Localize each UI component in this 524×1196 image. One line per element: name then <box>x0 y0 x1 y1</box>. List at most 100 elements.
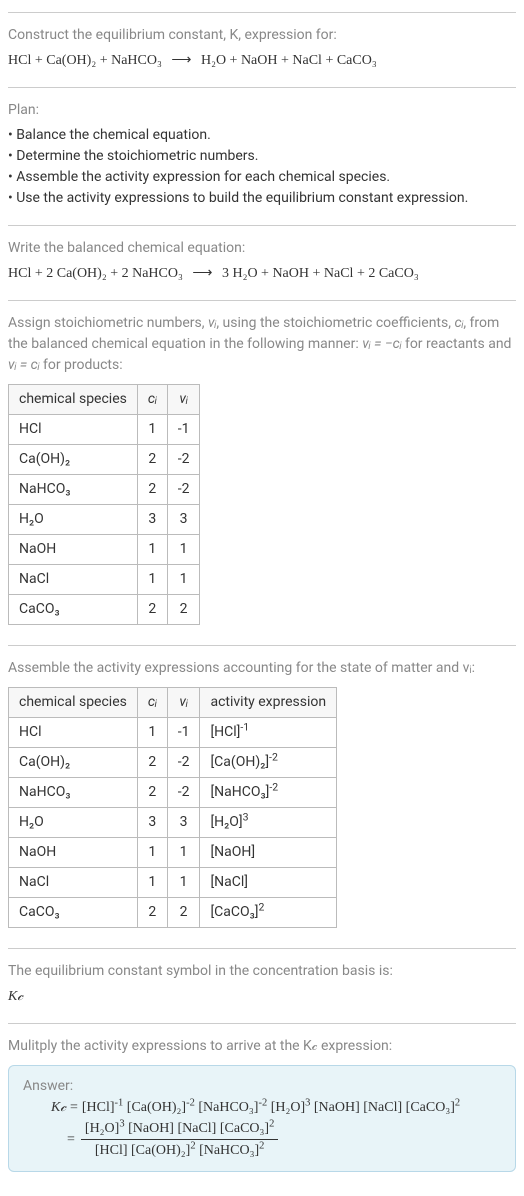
term-exp: 2 <box>269 1118 274 1129</box>
eq-rhs: H₂O + NaOH + NaCl + CaCO₃ <box>201 53 377 68</box>
activity-exp: -2 <box>269 780 278 793</box>
col-species: chemical species <box>9 385 138 415</box>
cell-activity: [Ca(OH)₂]-2 <box>200 748 337 778</box>
term: [H₂O]3 <box>271 1097 311 1118</box>
cell-species: NaHCO₃ <box>9 778 138 808</box>
term-base: [CaCO₃] <box>406 1100 455 1115</box>
assign-section: Assign stoichiometric numbers, νᵢ , using… <box>8 300 516 645</box>
table-row: HCl1-1 <box>9 415 200 445</box>
plan-item: Determine the stoichiometric numbers. <box>8 146 516 167</box>
prompt-text: Construct the equilibrium constant, K, e… <box>8 25 516 46</box>
cell-activity: [NaCl] <box>200 868 337 898</box>
reaction-arrow-icon: ⟶ <box>171 50 191 71</box>
cell-species: Ca(OH)₂ <box>9 445 138 475</box>
cell-ci: 1 <box>137 718 167 748</box>
term: [NaHCO₃]-2 <box>198 1097 267 1118</box>
col-activity: activity expression <box>200 688 337 718</box>
assign-part: Assign stoichiometric numbers, <box>8 315 208 331</box>
cell-ci: 3 <box>137 505 167 535</box>
activity-exp: -2 <box>269 750 278 763</box>
table-row: Ca(OH)₂2-2[Ca(OH)₂]-2 <box>9 748 337 778</box>
cell-nui: -1 <box>167 718 200 748</box>
term-base: [CaCO₃] <box>220 1121 269 1136</box>
cell-nui: 3 <box>167 808 200 838</box>
cell-ci: 2 <box>137 475 167 505</box>
col-ci: cᵢ <box>137 688 167 718</box>
assign-part: for reactants and <box>401 336 511 352</box>
balanced-equation: HCl + 2 Ca(OH)₂ + 2 NaHCO₃ ⟶ 3 H₂O + NaO… <box>8 263 516 284</box>
kc-symbol-section: The equilibrium constant symbol in the c… <box>8 948 516 1023</box>
relation-products: νᵢ = cᵢ <box>8 357 40 373</box>
plan-item: Balance the chemical equation. <box>8 125 516 146</box>
kc-symbol: K𝒸 <box>8 986 516 1007</box>
cell-species: NaOH <box>9 838 138 868</box>
assign-part: , using the stoichiometric coefficients, <box>216 315 454 331</box>
term-exp: -1 <box>115 1097 124 1108</box>
cell-activity: [H₂O]3 <box>200 808 337 838</box>
cell-ci: 1 <box>137 838 167 868</box>
cell-species: NaCl <box>9 565 138 595</box>
term-exp: -2 <box>258 1097 267 1108</box>
cell-activity: [CaCO₃]2 <box>200 898 337 928</box>
numerator: [H₂O]3 [NaOH] [NaCl] [CaCO₃]2 <box>81 1118 278 1140</box>
cell-nui: 1 <box>167 565 200 595</box>
cell-species: Ca(OH)₂ <box>9 748 138 778</box>
equals-sign: = <box>67 1129 75 1150</box>
term-base: [HCl] <box>95 1143 128 1158</box>
denominator: [HCl] [Ca(OH)₂]2 [NaHCO₃]2 <box>81 1140 278 1161</box>
assign-text: Assign stoichiometric numbers, νᵢ, using… <box>8 313 516 376</box>
activity-base: [CaCO₃] <box>210 904 258 920</box>
kc-symbol-text: The equilibrium constant symbol in the c… <box>8 961 516 982</box>
table-header-row: chemical species cᵢ νᵢ activity expressi… <box>9 688 337 718</box>
term-exp: 2 <box>190 1140 195 1151</box>
term: [CaCO₃]2 <box>220 1121 274 1136</box>
cell-ci: 1 <box>137 868 167 898</box>
term: [CaCO₃]2 <box>406 1097 460 1118</box>
term-exp: -2 <box>186 1097 195 1108</box>
reaction-arrow-icon: ⟶ <box>192 263 212 284</box>
cell-ci: 2 <box>137 595 167 625</box>
ci-symbol: cᵢ <box>454 315 463 331</box>
cell-nui: -2 <box>167 445 200 475</box>
col-species: chemical species <box>9 688 138 718</box>
cell-nui: -1 <box>167 415 200 445</box>
plan-section: Plan: Balance the chemical equation. Det… <box>8 87 516 225</box>
balanced-rhs: 3 H₂O + NaOH + NaCl + 2 CaCO₃ <box>222 266 419 281</box>
cell-nui: 2 <box>167 595 200 625</box>
activity-base: [Ca(OH)₂] <box>210 754 269 770</box>
term-base: [NaCl] <box>177 1121 216 1136</box>
cell-species: H₂O <box>9 808 138 838</box>
answer-label: Answer: <box>23 1076 501 1097</box>
activity-base: [H₂O] <box>210 814 242 830</box>
term: [HCl] <box>95 1143 128 1158</box>
activity-exp: 3 <box>243 810 249 823</box>
table-row: NaCl11 <box>9 565 200 595</box>
multiply-section: Mulitply the activity expressions to arr… <box>8 1023 516 1184</box>
activity-table: chemical species cᵢ νᵢ activity expressi… <box>8 687 337 928</box>
cell-ci: 1 <box>137 535 167 565</box>
term-base: [HCl] <box>82 1100 115 1115</box>
term-base: [Ca(OH)₂] <box>127 1100 186 1115</box>
term: [NaHCO₃]2 <box>199 1143 264 1158</box>
term: [Ca(OH)₂]-2 <box>127 1097 195 1118</box>
cell-species: H₂O <box>9 505 138 535</box>
term: [H₂O]3 <box>85 1121 125 1136</box>
term: [NaCl] <box>177 1121 216 1136</box>
cell-ci: 1 <box>137 415 167 445</box>
cell-nui: -2 <box>167 748 200 778</box>
cell-nui: -2 <box>167 475 200 505</box>
cell-nui: 1 <box>167 868 200 898</box>
cell-species: CaCO₃ <box>9 595 138 625</box>
cell-ci: 2 <box>137 748 167 778</box>
activity-section: Assemble the activity expressions accoun… <box>8 645 516 948</box>
cell-nui: -2 <box>167 778 200 808</box>
col-nui: νᵢ <box>167 385 200 415</box>
kc-var: K𝒸 <box>51 1097 66 1118</box>
multiply-text: Mulitply the activity expressions to arr… <box>8 1036 516 1057</box>
table-row: CaCO₃22 <box>9 595 200 625</box>
table-row: NaCl11[NaCl] <box>9 868 337 898</box>
table-row: CaCO₃22[CaCO₃]2 <box>9 898 337 928</box>
term-base: [NaOH] <box>128 1121 174 1136</box>
balanced-title: Write the balanced chemical equation: <box>8 238 516 259</box>
cell-species: NaCl <box>9 868 138 898</box>
